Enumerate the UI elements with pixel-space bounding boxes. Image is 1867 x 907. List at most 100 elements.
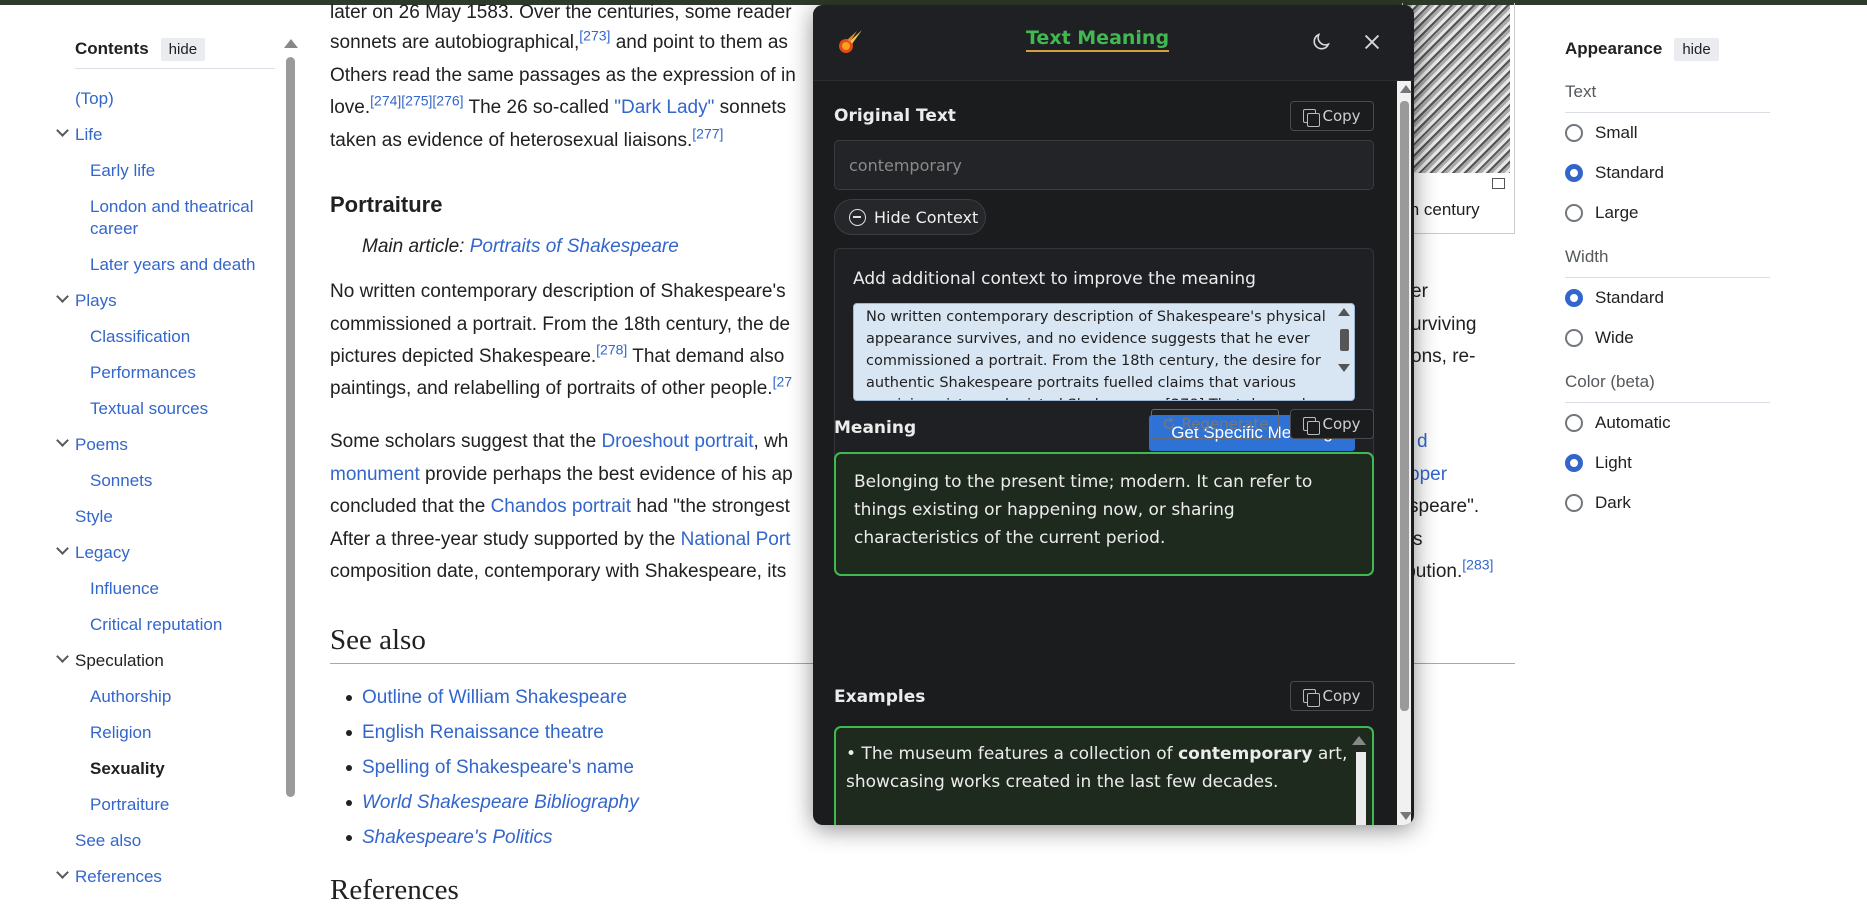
radio-button[interactable] [1565, 124, 1583, 142]
expand-icon[interactable] [1492, 178, 1505, 189]
radio-button[interactable] [1565, 164, 1583, 182]
citation-274-276[interactable]: [274][275][276] [370, 93, 463, 109]
context-textarea[interactable]: No written contemporary description of S… [853, 303, 1355, 401]
textarea-scrollbar-thumb[interactable] [1340, 329, 1349, 351]
examples-scrollbar-thumb[interactable] [1356, 752, 1366, 825]
toc-item-label: Legacy [75, 543, 130, 562]
copy-original-button[interactable]: Copy [1290, 101, 1374, 131]
toc-item-early-life[interactable]: Early life [75, 153, 275, 189]
para-scholars-line1-tail-link[interactable]: d [1417, 426, 1428, 459]
copy-label: Copy [1322, 415, 1361, 433]
toc-item-poems[interactable]: Poems [75, 427, 275, 463]
text: Some scholars suggest that the [330, 431, 602, 452]
original-text-field[interactable]: contemporary [834, 140, 1374, 190]
popup-scrollbar-thumb[interactable] [1400, 101, 1409, 711]
radio-option[interactable]: Automatic [1565, 403, 1770, 443]
chevron-down-icon[interactable] [55, 543, 69, 557]
radio-option[interactable]: Large [1565, 193, 1770, 233]
examples-scroll-up-arrow[interactable] [1352, 736, 1366, 745]
monument-link[interactable]: monument [330, 464, 420, 485]
citation-279[interactable]: [27 [773, 374, 792, 390]
text: paintings, and relabelling of portraits … [330, 378, 773, 399]
para-scholars-line4-tail: s [1413, 529, 1423, 550]
citation-277[interactable]: [277] [692, 126, 723, 142]
national-portrait-link[interactable]: National Port [681, 529, 791, 550]
para-portraiture-line3: pictures depicted Shakespeare.[278] That… [330, 341, 784, 374]
close-icon[interactable] [1361, 31, 1383, 53]
toc-item-critical-reputation[interactable]: Critical reputation [75, 607, 275, 643]
chevron-down-icon[interactable] [55, 867, 69, 881]
chevron-down-icon[interactable] [55, 291, 69, 305]
radio-button[interactable] [1565, 289, 1583, 307]
toc-item-performances[interactable]: Performances [75, 355, 275, 391]
radio-label: Automatic [1595, 413, 1671, 432]
toc-item-legacy[interactable]: Legacy [75, 535, 275, 571]
portraits-of-shakespeare-link[interactable]: Portraits of Shakespeare [470, 236, 679, 257]
toc-item-religion[interactable]: Religion [75, 715, 275, 751]
toc-item-london-and-theatrical-career[interactable]: London and theatrical career [75, 189, 275, 247]
article-image[interactable] [1405, 5, 1510, 173]
citation-283[interactable]: [283] [1462, 557, 1493, 573]
radio-button[interactable] [1565, 204, 1583, 222]
para-portraiture-line4: paintings, and relabelling of portraits … [330, 373, 792, 406]
minus-circle-icon [849, 208, 866, 226]
appearance-group-label: Text [1565, 82, 1770, 113]
para-scholars-line2-tail-link[interactable]: oper [1409, 459, 1447, 492]
toc-hide-button[interactable]: hide [160, 37, 206, 61]
radio-option[interactable]: Light [1565, 443, 1770, 483]
regenerate-button[interactable]: Regenerate [1151, 409, 1279, 439]
moon-icon[interactable] [1310, 31, 1332, 53]
textarea-scroll-up-arrow[interactable] [1338, 308, 1350, 316]
toc-item-speculation[interactable]: Speculation [75, 643, 275, 679]
see-also-link[interactable]: Shakespeare's Politics [346, 820, 639, 855]
toc-item-sexuality[interactable]: Sexuality [75, 751, 275, 787]
radio-button[interactable] [1565, 494, 1583, 512]
radio-button[interactable] [1565, 329, 1583, 347]
toc-item-classification[interactable]: Classification [75, 319, 275, 355]
toc-item-label: Poems [75, 435, 128, 454]
toc-item-influence[interactable]: Influence [75, 571, 275, 607]
see-also-link[interactable]: English Renaissance theatre [346, 715, 639, 750]
radio-option[interactable]: Wide [1565, 318, 1770, 358]
toc-item-top[interactable]: (Top) [75, 81, 275, 117]
appearance-hide-button[interactable]: hide [1674, 37, 1719, 61]
radio-option[interactable]: Standard [1565, 153, 1770, 193]
citation-278[interactable]: [278] [596, 342, 627, 358]
popup-scroll-up-arrow[interactable] [1400, 85, 1412, 93]
radio-button[interactable] [1565, 414, 1583, 432]
toc-list: (Top) Life Early life London and theatrical… [75, 81, 275, 895]
toc-item-authorship[interactable]: Authorship [75, 679, 275, 715]
image-caption: th century [1405, 200, 1480, 219]
toc-item-later-years-and-death[interactable]: Later years and death [75, 247, 275, 283]
chandos-portrait-link[interactable]: Chandos portrait [491, 496, 631, 517]
toc-item-portraiture[interactable]: Portraiture [75, 787, 275, 823]
radio-option[interactable]: Standard [1565, 278, 1770, 318]
see-also-link[interactable]: Outline of William Shakespeare [346, 680, 639, 715]
toc-item-see-also[interactable]: See also [75, 823, 275, 859]
copy-meaning-button[interactable]: Copy [1290, 409, 1374, 439]
toc-item-plays[interactable]: Plays [75, 283, 275, 319]
popup-scroll-down-arrow[interactable] [1400, 812, 1412, 820]
textarea-scroll-down-arrow[interactable] [1338, 364, 1350, 372]
copy-examples-button[interactable]: Copy [1290, 681, 1374, 711]
radio-button[interactable] [1565, 454, 1583, 472]
toc-scroll-up-arrow[interactable] [284, 39, 298, 48]
see-also-link[interactable]: Spelling of Shakespeare's name [346, 750, 639, 785]
chevron-down-icon[interactable] [55, 651, 69, 665]
toc-scrollbar-thumb[interactable] [286, 57, 295, 797]
dark-lady-link[interactable]: "Dark Lady" [614, 97, 714, 118]
toc-item-sonnets[interactable]: Sonnets [75, 463, 275, 499]
toc-item-life[interactable]: Life [75, 117, 275, 153]
chevron-down-icon[interactable] [55, 125, 69, 139]
citation-273[interactable]: [273] [579, 28, 610, 44]
toc-item-style[interactable]: Style [75, 499, 275, 535]
hide-context-button[interactable]: Hide Context [834, 199, 986, 235]
toc-item-textual-sources[interactable]: Textual sources [75, 391, 275, 427]
see-also-link[interactable]: World Shakespeare Bibliography [346, 785, 639, 820]
radio-option[interactable]: Small [1565, 113, 1770, 153]
toc-item-label: Religion [90, 723, 152, 742]
radio-option[interactable]: Dark [1565, 483, 1770, 523]
portraiture-heading: Portraiture [330, 192, 443, 217]
chevron-down-icon[interactable] [55, 435, 69, 449]
droeshout-portrait-link[interactable]: Droeshout portrait [601, 431, 753, 452]
